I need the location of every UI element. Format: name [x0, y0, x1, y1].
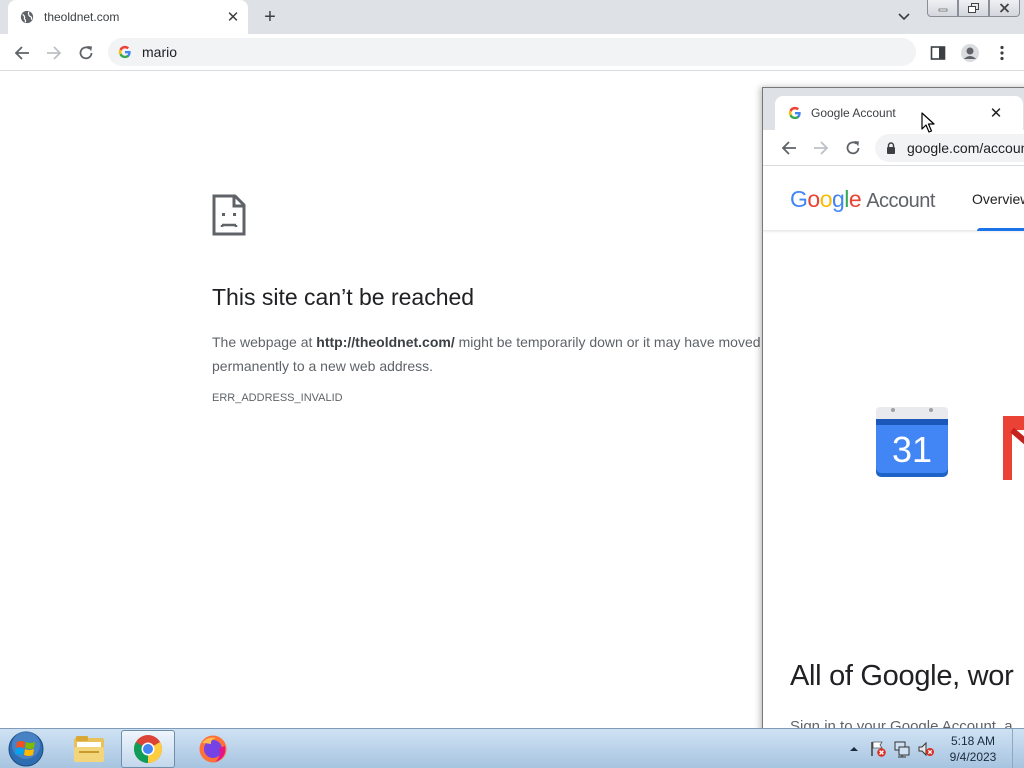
google-logo-letter: g	[831, 186, 845, 212]
popup-tab-title: Google Account	[811, 106, 896, 120]
restore-button[interactable]	[958, 0, 989, 17]
popup-navigation-toolbar: google.com/account	[763, 130, 1024, 166]
start-button[interactable]	[5, 730, 47, 768]
navigation-toolbar: mario	[0, 34, 1024, 71]
window-controls	[927, 0, 1020, 17]
profile-avatar-icon[interactable]	[958, 41, 982, 65]
taskbar-clock[interactable]: 5:18 AM 9/4/2023	[944, 733, 1002, 765]
google-g-icon	[788, 106, 801, 120]
tab-close-icon[interactable]: ✕	[224, 8, 242, 26]
google-account-header: GoogleAccount Overview	[763, 167, 1024, 231]
firefox-icon	[199, 735, 227, 763]
forward-arrow-icon[interactable]	[809, 136, 833, 160]
side-panel-icon[interactable]	[926, 41, 950, 65]
error-description: The webpage at http://theoldnet.com/ mig…	[212, 330, 832, 378]
more-menu-icon[interactable]	[990, 41, 1014, 65]
google-account-popup-window: Google Account ✕ google.com/account Goog…	[762, 87, 1024, 732]
tab-google-account[interactable]: Google Account ✕	[775, 96, 1023, 130]
popup-tab-strip: Google Account ✕	[763, 88, 1024, 130]
google-logo-letter: o	[807, 186, 820, 212]
google-account-logo[interactable]: Google Account	[790, 186, 935, 213]
clock-date: 9/4/2023	[949, 750, 997, 764]
google-calendar-icon: 31	[876, 407, 948, 477]
taskbar-firefox-button[interactable]	[186, 730, 240, 768]
error-url: http://theoldnet.com/	[316, 334, 455, 350]
active-tab-indicator	[977, 228, 1024, 231]
new-tab-button[interactable]: +	[258, 6, 282, 28]
tab-strip: theoldnet.com ✕ +	[0, 0, 1024, 34]
mouse-cursor-icon	[921, 112, 935, 133]
minimize-button[interactable]	[927, 0, 958, 17]
account-logo-suffix: Account	[866, 190, 935, 212]
volume-muted-icon[interactable]	[914, 737, 938, 761]
error-code: ERR_ADDRESS_INVALID	[212, 392, 343, 404]
popup-address-text: google.com/account	[907, 140, 1024, 156]
reload-icon[interactable]	[74, 41, 98, 65]
reload-icon[interactable]	[841, 136, 865, 160]
back-arrow-icon[interactable]	[10, 41, 34, 65]
popup-tab-close-icon[interactable]: ✕	[987, 104, 1005, 122]
nav-tab-overview[interactable]: Overview	[972, 191, 1024, 207]
svg-text:31: 31	[892, 429, 932, 470]
globe-icon	[20, 10, 34, 24]
network-icon[interactable]	[890, 737, 914, 761]
google-g-icon	[118, 45, 131, 59]
back-arrow-icon[interactable]	[777, 136, 801, 160]
google-logo-letter: o	[819, 186, 833, 212]
desktop-screen: theoldnet.com ✕ + mario This site can’t …	[0, 0, 1024, 768]
windows-taskbar: 5:18 AM 9/4/2023	[0, 728, 1024, 768]
taskbar-chrome-button[interactable]	[121, 730, 175, 768]
google-logo-letter: e	[848, 186, 862, 212]
tab-theoldnet[interactable]: theoldnet.com ✕	[8, 0, 248, 34]
popup-address-bar[interactable]: google.com/account	[875, 134, 1024, 162]
address-text: mario	[142, 44, 178, 60]
system-tray	[842, 729, 942, 768]
error-title: This site can’t be reached	[212, 284, 475, 310]
action-center-flag-icon[interactable]	[866, 737, 890, 761]
sad-document-icon	[212, 194, 246, 236]
gmail-icon	[1003, 416, 1024, 480]
promo-headline: All of Google, wor	[790, 660, 1014, 692]
clock-time: 5:18 AM	[950, 734, 996, 748]
chrome-icon	[134, 735, 162, 763]
show-desktop-button[interactable]	[1012, 729, 1024, 768]
address-bar[interactable]: mario	[108, 38, 916, 66]
error-desc-prefix: The webpage at	[212, 334, 317, 350]
tab-title: theoldnet.com	[44, 10, 120, 24]
taskbar-explorer-button[interactable]	[62, 730, 116, 768]
show-hidden-icons-icon[interactable]	[842, 737, 866, 761]
google-logo-word: Google	[790, 186, 862, 212]
lock-icon	[887, 142, 895, 154]
folder-icon	[74, 736, 104, 762]
forward-arrow-icon[interactable]	[42, 41, 66, 65]
close-window-button[interactable]	[989, 0, 1020, 17]
tab-search-chevron-icon[interactable]	[894, 8, 914, 26]
google-logo-letter: G	[790, 186, 808, 212]
